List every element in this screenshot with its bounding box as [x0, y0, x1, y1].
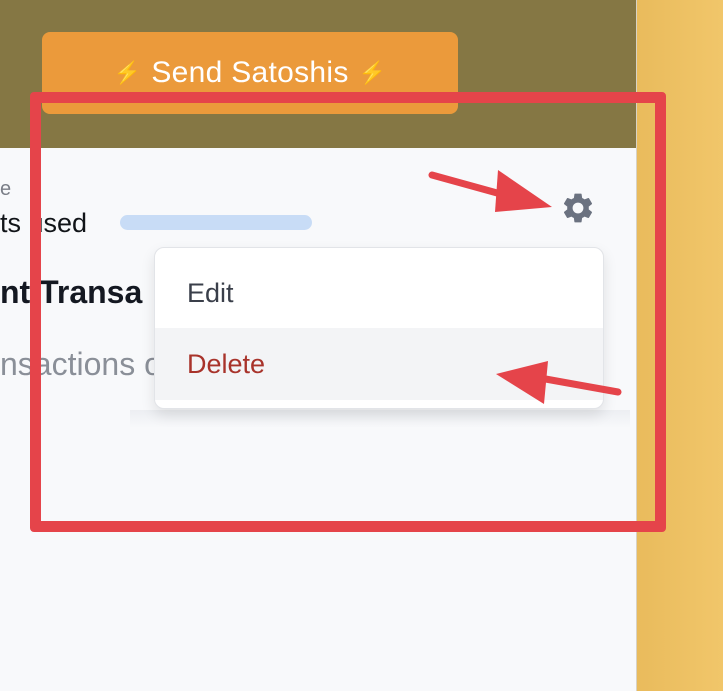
- quota-caption: e: [0, 178, 12, 200]
- section-subtext: nsactions o: [0, 346, 162, 382]
- menu-item-edit[interactable]: Edit: [155, 258, 603, 328]
- section-heading: nt Transa: [0, 274, 143, 310]
- menu-backdrop: [130, 410, 630, 428]
- lightning-icon: ⚡: [113, 60, 142, 85]
- quota-progress-bar: [120, 215, 312, 230]
- settings-dropdown-menu: Edit Delete: [154, 247, 604, 409]
- lightning-icon: ⚡: [358, 60, 387, 85]
- quota-progress-fill: [120, 215, 312, 230]
- header-bar: ⚡ Send Satoshis ⚡: [0, 0, 636, 148]
- send-satoshis-label: Send Satoshis: [151, 56, 349, 89]
- gear-icon[interactable]: [560, 190, 596, 226]
- quota-used-label: ts used: [0, 208, 88, 238]
- send-satoshis-button[interactable]: ⚡ Send Satoshis ⚡: [42, 32, 458, 114]
- menu-item-delete[interactable]: Delete: [155, 328, 603, 400]
- background-strip: [636, 0, 723, 691]
- main-panel: ⚡ Send Satoshis ⚡ e ts used nt Transa ns…: [0, 0, 637, 691]
